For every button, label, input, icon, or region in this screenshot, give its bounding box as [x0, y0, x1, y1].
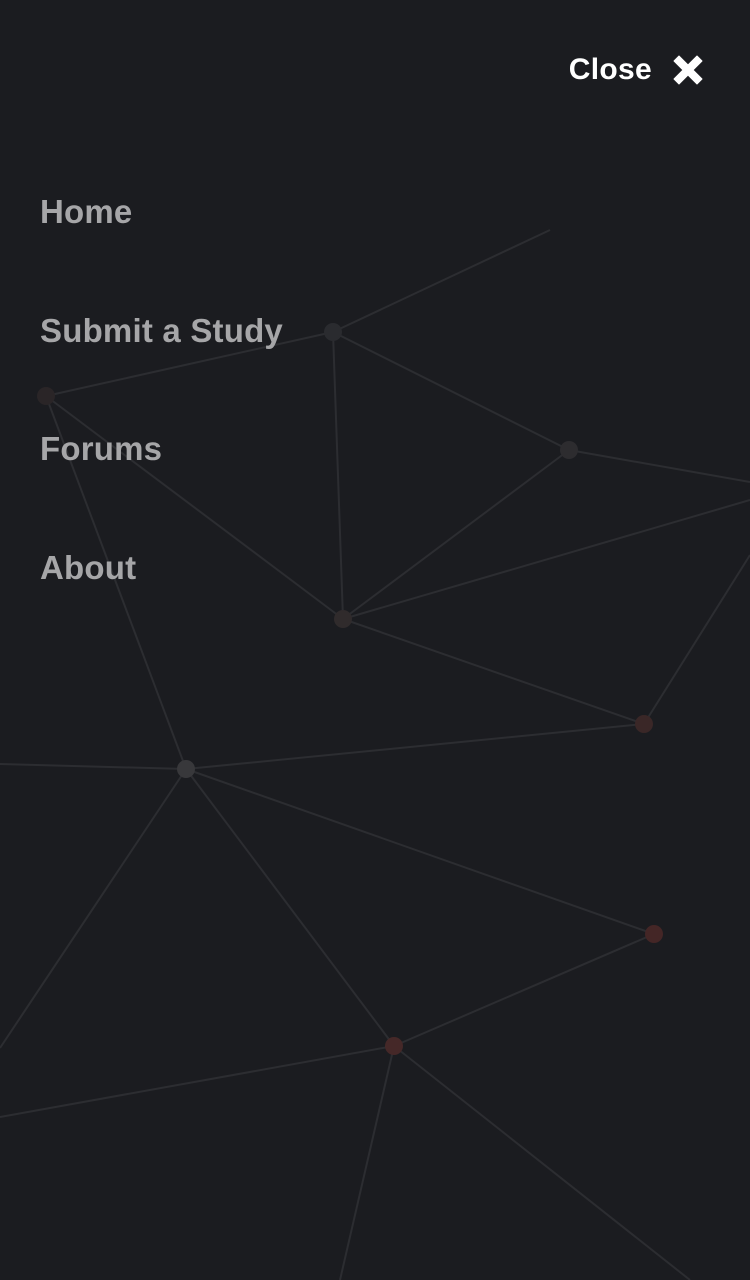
close-label: Close: [568, 53, 652, 86]
network-node: [177, 760, 195, 778]
network-node: [635, 715, 653, 733]
close-icon: [673, 55, 703, 85]
network-node: [385, 1037, 403, 1055]
network-node: [324, 323, 342, 341]
main-navigation: Home Submit a Study Forums About: [40, 190, 283, 664]
network-node: [645, 925, 663, 943]
nav-item-about[interactable]: About: [40, 546, 283, 665]
network-node: [334, 610, 352, 628]
close-button[interactable]: Close: [569, 50, 704, 90]
nav-item-submit-a-study[interactable]: Submit a Study: [40, 309, 283, 428]
nav-item-home[interactable]: Home: [40, 190, 283, 309]
network-node: [560, 441, 578, 459]
nav-item-forums[interactable]: Forums: [40, 427, 283, 546]
